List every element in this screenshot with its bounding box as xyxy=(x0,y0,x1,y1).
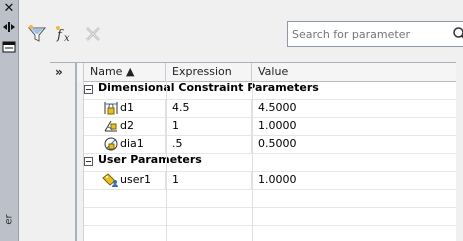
tree-expand-gutter: » xyxy=(50,62,76,241)
linear-dimension-lock-icon xyxy=(104,102,118,115)
table-row[interactable]: d1 4.5 4.5000 xyxy=(77,99,456,118)
table-row[interactable]: user1 1 1.0000 xyxy=(77,171,456,190)
properties-icon[interactable] xyxy=(2,40,16,54)
param-name: user1 xyxy=(120,171,166,189)
table-row[interactable]: d2 1 1.0000 xyxy=(77,117,456,136)
param-value: 4.5000 xyxy=(258,101,297,114)
column-header-expression[interactable]: Expression xyxy=(166,63,252,81)
column-header-value[interactable]: Value xyxy=(252,63,456,81)
user-parameter-icon xyxy=(102,173,118,187)
close-icon[interactable]: ✕ xyxy=(2,2,16,16)
column-header-name[interactable]: Name ▲ xyxy=(84,63,166,81)
search-input[interactable] xyxy=(292,25,442,43)
empty-row xyxy=(77,189,456,208)
funnel-icon xyxy=(27,25,47,42)
param-value: 0.5000 xyxy=(258,137,297,150)
delete-button[interactable] xyxy=(81,22,105,46)
expand-tree-icon[interactable]: » xyxy=(55,65,63,79)
search-box xyxy=(287,21,463,47)
parameters-grid: Name ▲ Expression Value Dimensional Cons… xyxy=(76,62,456,241)
table-row[interactable]: dia1 .5 0.5000 xyxy=(77,135,456,154)
diameter-lock-icon xyxy=(104,137,118,151)
fx-icon: f x xyxy=(56,26,70,44)
svg-text:x: x xyxy=(64,33,70,44)
toolbar: f x xyxy=(19,0,463,62)
delete-x-icon xyxy=(86,27,100,41)
param-name: d2 xyxy=(120,117,166,135)
group-title: User Parameters xyxy=(98,153,202,166)
param-expression[interactable]: .5 xyxy=(166,135,252,153)
param-name: dia1 xyxy=(120,135,166,153)
collapse-toggle-icon[interactable] xyxy=(84,85,93,94)
empty-row xyxy=(77,207,456,226)
group-row-dimensional[interactable]: Dimensional Constraint Parameters xyxy=(77,81,456,100)
group-row-user[interactable]: User Parameters xyxy=(77,153,456,172)
search-icon[interactable] xyxy=(452,26,463,42)
param-value: 1.0000 xyxy=(258,173,297,186)
grid-header: Name ▲ Expression Value xyxy=(77,63,456,82)
param-expression[interactable]: 1 xyxy=(166,171,252,189)
auto-hide-icon[interactable] xyxy=(2,20,16,34)
param-expression[interactable]: 1 xyxy=(166,117,252,135)
param-value: 1.0000 xyxy=(258,119,297,132)
param-name: d1 xyxy=(120,99,166,117)
filter-button[interactable] xyxy=(25,22,49,46)
param-expression[interactable]: 4.5 xyxy=(166,99,252,117)
angular-dimension-lock-icon xyxy=(104,120,117,132)
palette-title-strip: ✕ er xyxy=(0,0,19,241)
group-title: Dimensional Constraint Parameters xyxy=(98,81,319,94)
empty-row xyxy=(77,225,456,241)
collapse-toggle-icon[interactable] xyxy=(84,157,93,166)
new-user-parameter-button[interactable]: f x xyxy=(53,22,77,46)
svg-text:f: f xyxy=(56,28,64,43)
palette-vertical-title: er xyxy=(3,214,15,225)
